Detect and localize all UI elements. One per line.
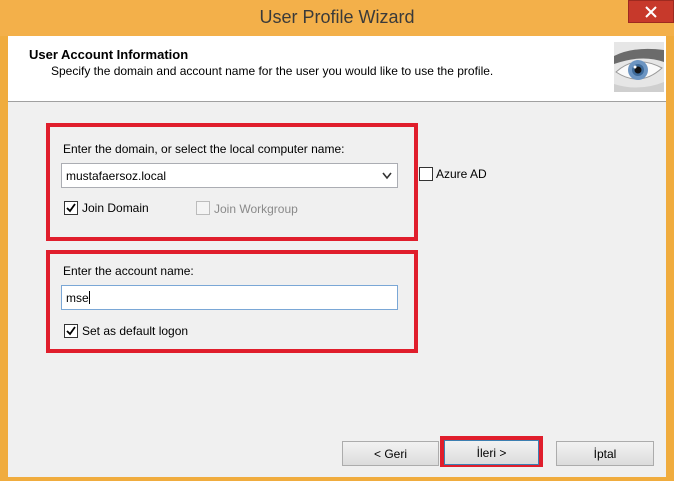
wizard-window: User Account Information Specify the dom… (8, 36, 666, 477)
close-button[interactable] (628, 0, 674, 23)
header-title: User Account Information (29, 47, 189, 62)
chevron-down-icon[interactable] (382, 172, 392, 180)
join-domain-checkbox[interactable] (64, 201, 78, 215)
account-name-input[interactable]: mse (61, 285, 398, 310)
azure-ad-label: Azure AD (436, 167, 487, 181)
checkmark-icon (66, 203, 76, 213)
checkmark-icon (66, 326, 76, 336)
wizard-header: User Account Information Specify the dom… (8, 36, 666, 102)
azure-ad-checkbox[interactable] (419, 167, 433, 181)
domain-label: Enter the domain, or select the local co… (63, 142, 345, 156)
domain-select-value: mustafaersoz.local (66, 169, 167, 183)
next-button[interactable]: İleri > (444, 440, 539, 465)
cancel-button[interactable]: İptal (556, 441, 654, 466)
default-logon-label: Set as default logon (82, 324, 189, 338)
window-title: User Profile Wizard (259, 7, 415, 27)
close-icon (645, 5, 657, 18)
domain-select[interactable]: mustafaersoz.local (61, 163, 398, 188)
account-label: Enter the account name: (63, 264, 194, 278)
join-workgroup-checkbox[interactable] (196, 201, 210, 215)
header-subtitle: Specify the domain and account name for … (51, 64, 494, 78)
back-button[interactable]: < Geri (342, 441, 439, 466)
eye-icon (614, 42, 664, 92)
account-name-value: mse (66, 291, 90, 305)
default-logon-checkbox[interactable] (64, 324, 78, 338)
title-bar: User Profile Wizard (0, 0, 674, 36)
join-workgroup-label: Join Workgroup (214, 202, 298, 216)
join-domain-label: Join Domain (82, 201, 149, 215)
